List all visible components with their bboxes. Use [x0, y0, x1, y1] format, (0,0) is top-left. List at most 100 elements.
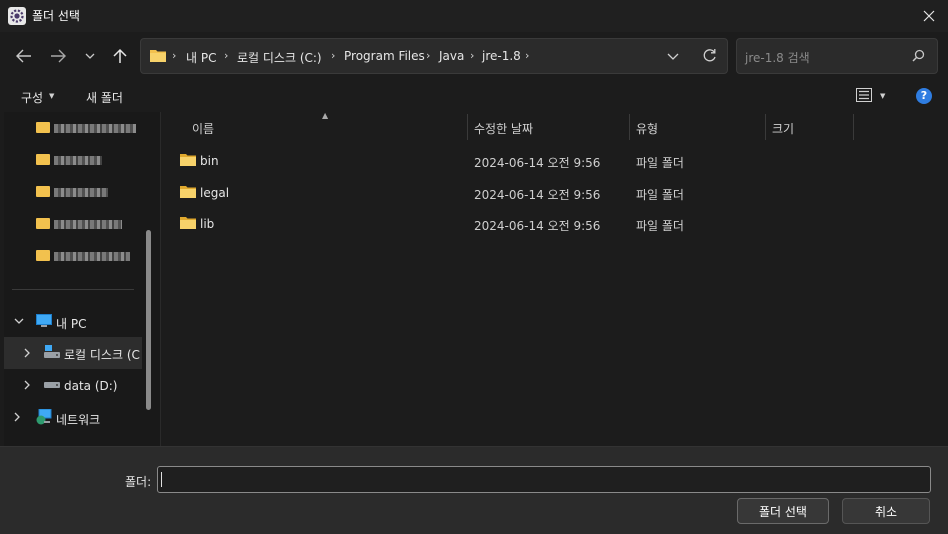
- file-date: 2024-06-14 오전 9:56: [474, 219, 601, 233]
- quick-access-item[interactable]: [32, 214, 142, 234]
- up-button[interactable]: [106, 44, 134, 68]
- breadcrumb-separator: ›: [426, 49, 431, 62]
- table-row[interactable]: [170, 184, 690, 204]
- breadcrumb-local-disk[interactable]: 로컬 디스크 (C:): [237, 49, 322, 66]
- tree-label-this-pc: 내 PC: [56, 317, 87, 331]
- quick-access-item[interactable]: [32, 182, 142, 202]
- column-divider[interactable]: [467, 114, 468, 140]
- breadcrumb-java[interactable]: Java: [439, 49, 464, 63]
- breadcrumb-separator: ›: [172, 49, 177, 62]
- chevron-down-icon: [85, 53, 95, 59]
- quick-access-item[interactable]: [32, 246, 142, 266]
- command-bar: [0, 80, 948, 112]
- redacted-label: [54, 156, 102, 165]
- quick-access-item[interactable]: [32, 150, 142, 170]
- folder-field-label: 폴더:: [125, 475, 152, 489]
- chevron-down-icon[interactable]: [14, 318, 24, 324]
- file-type: 파일 폴더: [636, 188, 684, 202]
- folder-input[interactable]: [157, 466, 931, 493]
- title-bar: [0, 0, 948, 32]
- table-row[interactable]: [170, 152, 690, 172]
- search-input[interactable]: jre-1.8 검색: [745, 49, 810, 66]
- redacted-label: [54, 188, 108, 197]
- select-folder-button[interactable]: 폴더 선택: [737, 498, 829, 524]
- back-arrow-icon: [16, 49, 31, 63]
- breadcrumb-program-files[interactable]: Program Files: [344, 49, 425, 63]
- column-header-size[interactable]: 크기: [772, 120, 794, 137]
- close-icon: [923, 10, 935, 22]
- column-header-name[interactable]: 이름: [192, 120, 214, 137]
- text-caret: [161, 472, 162, 487]
- tree-item-data-drive[interactable]: data (D:): [10, 376, 140, 396]
- chevron-right-icon[interactable]: [24, 348, 30, 358]
- tree-item-local-disk[interactable]: 로컬 디스크 (C: [4, 337, 142, 369]
- forward-button[interactable]: [44, 44, 72, 68]
- folder-icon: [36, 186, 50, 197]
- column-header-type[interactable]: 유형: [636, 120, 658, 137]
- caret-down-icon: ▼: [49, 92, 55, 100]
- computer-icon: [36, 314, 52, 327]
- tree-item-this-pc[interactable]: 내 PC: [10, 312, 140, 332]
- search-icon[interactable]: [912, 49, 925, 62]
- file-name[interactable]: bin: [200, 154, 219, 168]
- folder-icon: [180, 186, 196, 198]
- sort-ascending-icon: ▲: [322, 111, 329, 120]
- tree-label-network: 네트워크: [56, 413, 101, 427]
- settings-gear-icon: [8, 7, 26, 25]
- redacted-label: [54, 220, 122, 229]
- breadcrumb-this-pc[interactable]: 내 PC: [186, 49, 216, 66]
- search-box[interactable]: jre-1.8 검색: [736, 38, 938, 74]
- back-button[interactable]: [10, 44, 38, 68]
- redacted-label: [54, 124, 136, 133]
- close-button[interactable]: [910, 2, 948, 30]
- column-header-date[interactable]: 수정한 날짜: [474, 120, 533, 137]
- breadcrumb-separator: ›: [224, 49, 229, 62]
- tree-label-data-drive: data (D:): [64, 379, 118, 393]
- file-type: 파일 폴더: [636, 219, 684, 233]
- tree-label-local-disk: 로컬 디스크 (C: [64, 348, 140, 362]
- details-view-icon[interactable]: [856, 88, 872, 102]
- organize-menu[interactable]: 구성: [21, 89, 43, 106]
- up-arrow-icon: [113, 48, 127, 63]
- folder-icon: [36, 250, 50, 261]
- folder-icon: [180, 217, 196, 229]
- folder-icon: [36, 122, 50, 133]
- chevron-right-icon[interactable]: [14, 412, 20, 422]
- file-name[interactable]: legal: [200, 186, 229, 200]
- recent-locations-button[interactable]: [76, 44, 104, 68]
- help-icon[interactable]: ?: [916, 88, 932, 104]
- new-folder-button[interactable]: 새 폴더: [86, 89, 123, 106]
- caret-down-icon[interactable]: ▼: [880, 92, 885, 100]
- divider: [12, 289, 134, 290]
- breadcrumb-separator: ›: [525, 49, 530, 62]
- drive-icon: [44, 382, 60, 388]
- breadcrumb-separator: ›: [331, 49, 336, 62]
- file-type: 파일 폴더: [636, 156, 684, 170]
- network-icon: [36, 409, 52, 425]
- quick-access-item[interactable]: [32, 118, 142, 138]
- folder-icon: [180, 154, 196, 166]
- cancel-button[interactable]: 취소: [842, 498, 930, 524]
- window-title: 폴더 선택: [32, 9, 80, 23]
- file-date: 2024-06-14 오전 9:56: [474, 188, 601, 202]
- forward-arrow-icon: [51, 49, 66, 63]
- folder-icon: [36, 218, 50, 229]
- nav-scrollbar[interactable]: [146, 230, 151, 410]
- file-name[interactable]: lib: [200, 217, 214, 231]
- tree-item-network[interactable]: 네트워크: [10, 408, 140, 428]
- chevron-right-icon[interactable]: [24, 380, 30, 390]
- table-row[interactable]: [170, 216, 690, 236]
- folder-icon: [36, 154, 50, 165]
- refresh-icon[interactable]: [702, 48, 717, 63]
- column-divider[interactable]: [765, 114, 766, 140]
- chevron-down-icon[interactable]: [667, 53, 679, 60]
- folder-icon: [150, 50, 166, 62]
- address-bar[interactable]: › 내 PC › 로컬 디스크 (C:) › Program Files › J…: [140, 38, 728, 74]
- column-divider[interactable]: [629, 114, 630, 140]
- drive-icon: [44, 345, 60, 358]
- column-divider[interactable]: [853, 114, 854, 140]
- breadcrumb-separator: ›: [470, 49, 475, 62]
- redacted-label: [54, 252, 130, 261]
- file-date: 2024-06-14 오전 9:56: [474, 156, 601, 170]
- breadcrumb-jre[interactable]: jre-1.8: [482, 49, 521, 63]
